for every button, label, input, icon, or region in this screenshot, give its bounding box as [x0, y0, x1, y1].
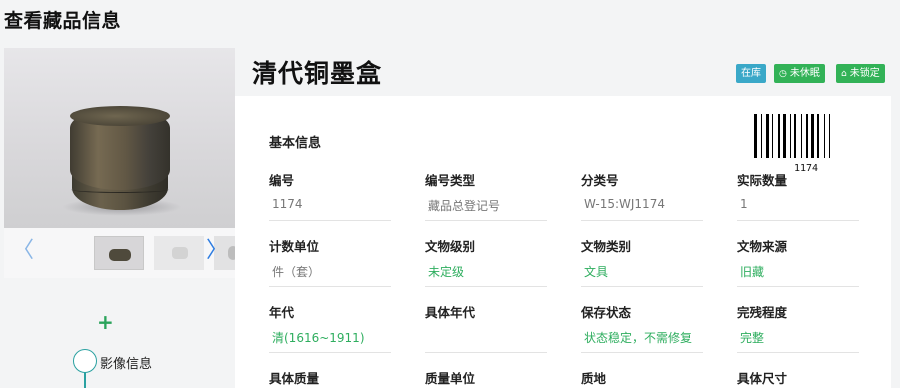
barcode-bar — [817, 114, 819, 158]
barcode-bar — [772, 114, 773, 158]
field-value: W-15:WJ1174 — [584, 197, 665, 211]
field-divider — [269, 220, 391, 221]
field-label: 计数单位 — [269, 239, 320, 254]
status-badge-stock: 在库 — [736, 64, 766, 83]
field-label: 质地 — [581, 371, 607, 386]
field-divider — [581, 286, 703, 287]
field-label: 具体质量 — [269, 371, 320, 386]
field-value: 文具 — [584, 265, 609, 279]
field-label: 编号类型 — [425, 173, 476, 188]
thumbnail-2[interactable] — [154, 236, 204, 270]
ink-box-seam — [71, 186, 169, 193]
field-divider — [425, 220, 547, 221]
barcode-bar — [783, 114, 786, 158]
field-label: 实际数量 — [737, 173, 788, 188]
field-divider — [269, 286, 391, 287]
field-value: 1 — [740, 197, 748, 211]
barcode-bar — [790, 114, 791, 158]
barcode-bar — [801, 114, 802, 158]
field-divider — [737, 286, 859, 287]
field-divider — [425, 352, 547, 353]
field-label: 编号 — [269, 173, 295, 188]
field-label: 完残程度 — [737, 305, 788, 320]
status-badge-sleep: ◷ 未休眠 — [774, 64, 825, 83]
field-value: 状态稳定，不需修复 — [584, 331, 693, 345]
barcode-bar — [766, 114, 769, 158]
object-photo[interactable] — [4, 48, 235, 228]
timeline-line — [84, 372, 86, 388]
thumbnail-1[interactable] — [94, 236, 144, 270]
field-value: 件（套） — [272, 265, 321, 279]
field-value: 1174 — [272, 197, 303, 211]
barcode-bar — [761, 114, 762, 158]
field-divider — [737, 352, 859, 353]
chevron-left-icon[interactable]: 〈 — [12, 240, 34, 262]
field-value: 未定级 — [428, 265, 465, 279]
badge-stock-label: 在库 — [741, 68, 761, 79]
plus-icon[interactable]: + — [97, 312, 114, 332]
field-label: 文物类别 — [581, 239, 632, 254]
badge-sleep-label: 未休眠 — [789, 68, 820, 79]
field-divider — [581, 220, 703, 221]
barcode-bar — [806, 114, 808, 158]
barcode-number: 1174 — [794, 163, 819, 174]
field-label: 年代 — [269, 305, 295, 320]
field-label: 保存状态 — [581, 305, 632, 320]
lock-icon: ⌂ — [841, 69, 847, 79]
field-label: 分类号 — [581, 173, 619, 188]
field-value: 清(1616~1911) — [272, 331, 365, 345]
status-badge-lock: ⌂ 未锁定 — [836, 64, 885, 83]
barcode-bar — [829, 114, 830, 158]
field-divider — [581, 352, 703, 353]
barcode-bar — [811, 114, 814, 158]
barcode-bar — [754, 114, 757, 158]
ink-box-lid-top — [70, 106, 170, 126]
field-divider — [269, 352, 391, 353]
field-divider — [737, 220, 859, 221]
media-info-label[interactable]: 影像信息 — [100, 353, 152, 372]
barcode-bar — [824, 114, 825, 158]
object-title: 清代铜墨盒 — [252, 59, 383, 88]
field-value: 完整 — [740, 331, 765, 345]
badge-lock-label: 未锁定 — [849, 68, 880, 79]
clock-icon: ◷ — [779, 69, 787, 79]
field-label: 具体年代 — [425, 305, 476, 320]
field-value: 藏品总登记号 — [428, 199, 501, 213]
field-label: 文物级别 — [425, 239, 476, 254]
chevron-right-icon[interactable]: 〉 — [206, 240, 228, 262]
field-label: 具体尺寸 — [737, 371, 788, 386]
timeline-node — [73, 349, 97, 373]
field-divider — [425, 286, 547, 287]
section-title-basic: 基本信息 — [269, 136, 322, 151]
barcode-image — [754, 114, 858, 158]
barcode-bar — [778, 114, 780, 158]
field-label: 质量单位 — [425, 371, 476, 386]
field-value: 旧藏 — [740, 265, 765, 279]
barcode-bar — [794, 114, 796, 158]
field-label: 文物来源 — [737, 239, 788, 254]
page-title: 查看藏品信息 — [4, 10, 122, 32]
